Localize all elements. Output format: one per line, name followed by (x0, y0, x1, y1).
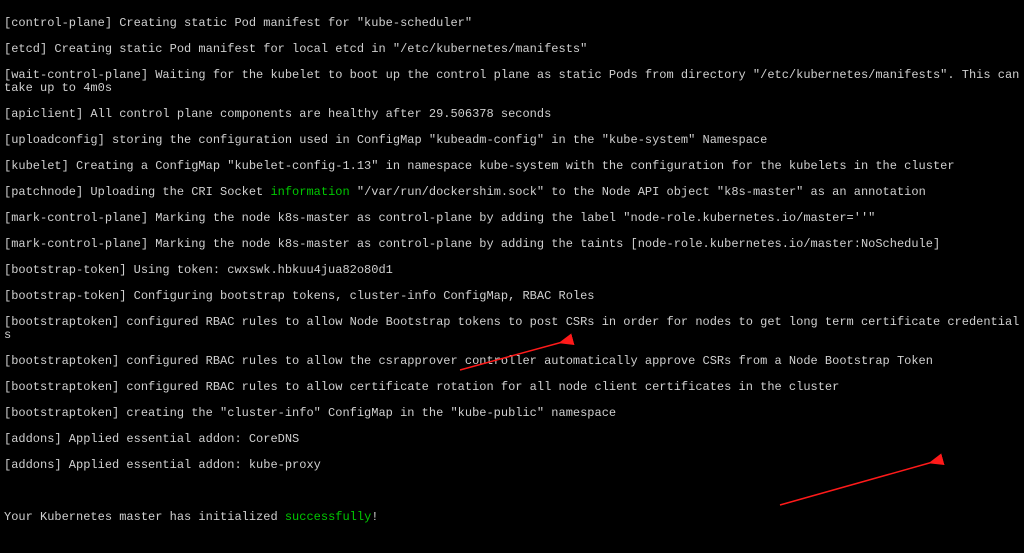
log-line: [bootstraptoken] configured RBAC rules t… (4, 355, 1020, 368)
log-line: [bootstraptoken] configured RBAC rules t… (4, 316, 1020, 342)
log-line: [etcd] Creating static Pod manifest for … (4, 43, 1020, 56)
log-line: [bootstraptoken] configured RBAC rules t… (4, 381, 1020, 394)
log-text: Your Kubernetes master has initialized (4, 510, 285, 524)
log-line: [bootstraptoken] creating the "cluster-i… (4, 407, 1020, 420)
log-line: [addons] Applied essential addon: kube-p… (4, 459, 1020, 472)
log-text: [patchnode] Uploading the CRI Socket (4, 185, 270, 199)
log-line: [addons] Applied essential addon: CoreDN… (4, 433, 1020, 446)
log-line: [uploadconfig] storing the configuration… (4, 134, 1020, 147)
log-line: [bootstrap-token] Configuring bootstrap … (4, 290, 1020, 303)
terminal-window[interactable]: [control-plane] Creating static Pod mani… (0, 0, 1024, 553)
init-success-line: Your Kubernetes master has initialized s… (4, 511, 1020, 524)
log-line: [mark-control-plane] Marking the node k8… (4, 212, 1020, 225)
highlight-successfully: successfully (285, 510, 371, 524)
log-line: [apiclient] All control plane components… (4, 108, 1020, 121)
log-line: [patchnode] Uploading the CRI Socket inf… (4, 186, 1020, 199)
log-line: [kubelet] Creating a ConfigMap "kubelet-… (4, 160, 1020, 173)
log-text: "/var/run/dockershim.sock" to the Node A… (350, 185, 926, 199)
log-text: ! (371, 510, 378, 524)
log-line: [control-plane] Creating static Pod mani… (4, 17, 1020, 30)
blank-line (4, 485, 1020, 498)
highlight-information: information (270, 185, 349, 199)
log-line: [bootstrap-token] Using token: cwxswk.hb… (4, 264, 1020, 277)
log-line: [wait-control-plane] Waiting for the kub… (4, 69, 1020, 95)
blank-line (4, 537, 1020, 550)
log-line: [mark-control-plane] Marking the node k8… (4, 238, 1020, 251)
